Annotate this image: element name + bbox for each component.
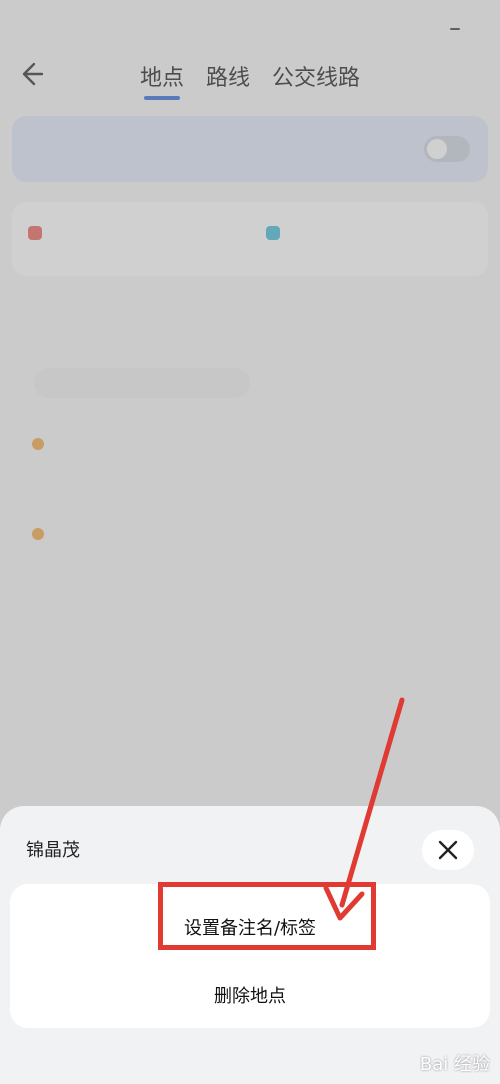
sheet-title: 锦晶茂 [26, 840, 80, 861]
annotation-box [158, 882, 376, 950]
watermark: Bai 经验 [419, 1054, 490, 1075]
screen: 地点 路线 公交线路 锦晶茂 设置备注名/标签 删除地点 Bai 经验 [0, 0, 500, 1084]
delete-place-button[interactable]: 删除地点 [10, 982, 490, 1008]
close-icon[interactable] [422, 830, 474, 870]
